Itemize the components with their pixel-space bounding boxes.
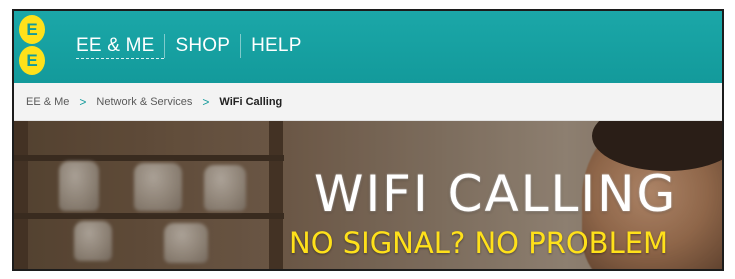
browser-viewport: E E EE & ME SHOP HELP EE & Me > Network … xyxy=(12,9,724,271)
hero-subtitle: NO SIGNAL? NO PROBLEM xyxy=(289,226,669,260)
breadcrumb-separator: > xyxy=(202,94,210,109)
nav-ee-and-me[interactable]: EE & ME xyxy=(76,34,165,59)
hero-banner: WIFI CALLING NO SIGNAL? NO PROBLEM xyxy=(14,121,722,269)
ee-logo[interactable]: E E xyxy=(18,14,46,76)
hero-title: WIFI CALLING xyxy=(314,165,678,223)
breadcrumb-current-page: WiFi Calling xyxy=(219,95,283,108)
nav-help[interactable]: HELP xyxy=(241,33,311,59)
logo-letter-bottom: E xyxy=(19,46,45,75)
breadcrumb-network-services[interactable]: Network & Services xyxy=(96,96,192,108)
site-header: E E EE & ME SHOP HELP xyxy=(14,11,722,83)
breadcrumb: EE & Me > Network & Services > WiFi Call… xyxy=(14,83,722,121)
breadcrumb-separator: > xyxy=(79,94,87,109)
breadcrumb-ee-and-me[interactable]: EE & Me xyxy=(26,96,69,108)
main-nav: EE & ME SHOP HELP xyxy=(76,33,312,59)
logo-letter-top: E xyxy=(19,15,45,44)
nav-shop[interactable]: SHOP xyxy=(165,33,240,59)
